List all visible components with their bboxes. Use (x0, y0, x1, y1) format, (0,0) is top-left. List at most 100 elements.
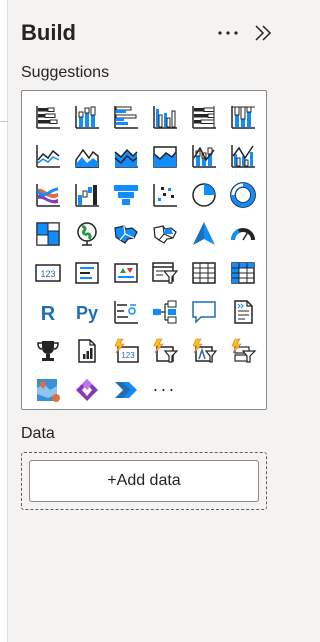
gauge-button[interactable] (223, 214, 262, 253)
clustered-bar-chart-icon (113, 105, 138, 129)
multi-row-card-icon (74, 261, 99, 284)
slicer-icon (151, 261, 178, 284)
more-options-button[interactable] (214, 20, 242, 46)
slicer-button[interactable] (145, 253, 184, 292)
pie-chart-icon (191, 182, 216, 207)
suggestions-label: Suggestions (21, 64, 110, 81)
filled-map-icon (113, 224, 138, 244)
arcgis-map-button[interactable] (28, 370, 67, 409)
decomposition-tree-icon (152, 300, 176, 323)
stacked-column-chart-button[interactable] (67, 97, 106, 136)
key-influencers-icon (113, 300, 138, 324)
smart-narrative-button[interactable] (223, 292, 262, 331)
power-button-slicer-button[interactable] (223, 331, 262, 370)
clustered-column-chart-button[interactable] (145, 97, 184, 136)
area-chart-button[interactable] (67, 136, 106, 175)
line-chart-button[interactable] (28, 136, 67, 175)
pane-title: Build (21, 20, 76, 45)
table-button[interactable] (184, 253, 223, 292)
clustered-column-chart-icon (152, 105, 177, 129)
power-card-icon: 123 (114, 338, 139, 363)
more-options-icon (218, 31, 238, 35)
data-label: Data (21, 425, 55, 442)
shape-map-icon (152, 224, 177, 244)
stacked-column-chart-icon (74, 105, 99, 129)
azure-map-button[interactable] (184, 214, 223, 253)
power-text-slicer-button[interactable] (184, 331, 223, 370)
filled-map-button[interactable] (106, 214, 145, 253)
r-script-visual-button[interactable]: R (28, 292, 67, 331)
card-button[interactable]: 123 (28, 253, 67, 292)
power-text-slicer-icon (192, 338, 217, 363)
treemap-button[interactable] (28, 214, 67, 253)
gauge-icon (230, 227, 255, 240)
power-slicer-button[interactable] (145, 331, 184, 370)
python-visual-icon: Py (75, 303, 97, 323)
ribbon-chart-icon (35, 183, 60, 207)
stacked-area-chart-button[interactable] (106, 136, 145, 175)
paginated-report-icon (77, 338, 96, 363)
stacked-bar-chart-icon (35, 105, 60, 129)
100-stacked-area-chart-button[interactable] (145, 136, 184, 175)
metrics-trophy-icon (36, 340, 59, 361)
area-chart-icon (74, 148, 99, 168)
shape-map-button[interactable] (145, 214, 184, 253)
power-button-slicer-icon (231, 338, 256, 363)
kpi-icon (113, 262, 138, 283)
add-data-button[interactable]: +Add data (29, 460, 259, 502)
100-stacked-column-chart-icon (230, 105, 255, 129)
decomposition-tree-button[interactable] (145, 292, 184, 331)
line-chart-icon (35, 144, 60, 168)
power-card-button[interactable]: 123 (106, 331, 145, 370)
scatter-chart-icon (152, 183, 177, 207)
line-and-clustered-column-chart-button[interactable] (223, 136, 262, 175)
visual-suggestions-grid: 123 R Py 123 ··· (21, 90, 267, 410)
pie-chart-button[interactable] (184, 175, 223, 214)
py-label: Py (75, 303, 97, 323)
canvas-edge (0, 0, 8, 642)
power-automate-button[interactable] (106, 370, 145, 409)
canvas-edge-tick (0, 121, 8, 122)
r-script-visual-icon: R (40, 303, 55, 325)
arcgis-map-icon (36, 378, 60, 402)
donut-chart-button[interactable] (223, 175, 262, 214)
table-icon (191, 261, 216, 284)
ribbon-chart-button[interactable] (28, 175, 67, 214)
paginated-report-button[interactable] (67, 331, 106, 370)
metrics-button[interactable] (28, 331, 67, 370)
kpi-button[interactable] (106, 253, 145, 292)
funnel-chart-button[interactable] (106, 175, 145, 214)
collapse-pane-button[interactable] (251, 20, 275, 46)
smart-narrative-icon (233, 299, 253, 324)
map-button[interactable] (67, 214, 106, 253)
stacked-bar-chart-button[interactable] (28, 97, 67, 136)
key-influencers-button[interactable] (106, 292, 145, 331)
double-chevron-right-icon (255, 25, 272, 41)
waterfall-chart-icon (74, 183, 99, 207)
map-globe-icon (76, 221, 97, 246)
matrix-button[interactable] (223, 253, 262, 292)
card-icon: 123 (34, 263, 61, 282)
clustered-bar-chart-button[interactable] (106, 97, 145, 136)
qa-button[interactable] (184, 292, 223, 331)
100-stacked-column-chart-button[interactable] (223, 97, 262, 136)
line-and-stacked-column-chart-button[interactable] (184, 136, 223, 175)
multi-row-card-button[interactable] (67, 253, 106, 292)
donut-chart-icon (229, 181, 256, 208)
treemap-icon (35, 221, 60, 246)
python-visual-button[interactable]: Py (67, 292, 106, 331)
power-apps-icon (75, 378, 98, 401)
matrix-icon (230, 261, 255, 284)
pane-header: Build (21, 18, 275, 50)
card-icon-text: 123 (40, 269, 55, 279)
scatter-chart-button[interactable] (145, 175, 184, 214)
get-more-visuals-button[interactable]: ··· (145, 370, 184, 409)
funnel-chart-icon (113, 184, 138, 205)
azure-map-icon (192, 221, 215, 245)
more-visuals-icon: ··· (152, 379, 177, 399)
waterfall-chart-button[interactable] (67, 175, 106, 214)
power-card-icon-text: 123 (121, 351, 135, 360)
power-apps-button[interactable] (67, 370, 106, 409)
stacked-area-chart-icon (114, 148, 138, 168)
100-stacked-bar-chart-button[interactable] (184, 97, 223, 136)
